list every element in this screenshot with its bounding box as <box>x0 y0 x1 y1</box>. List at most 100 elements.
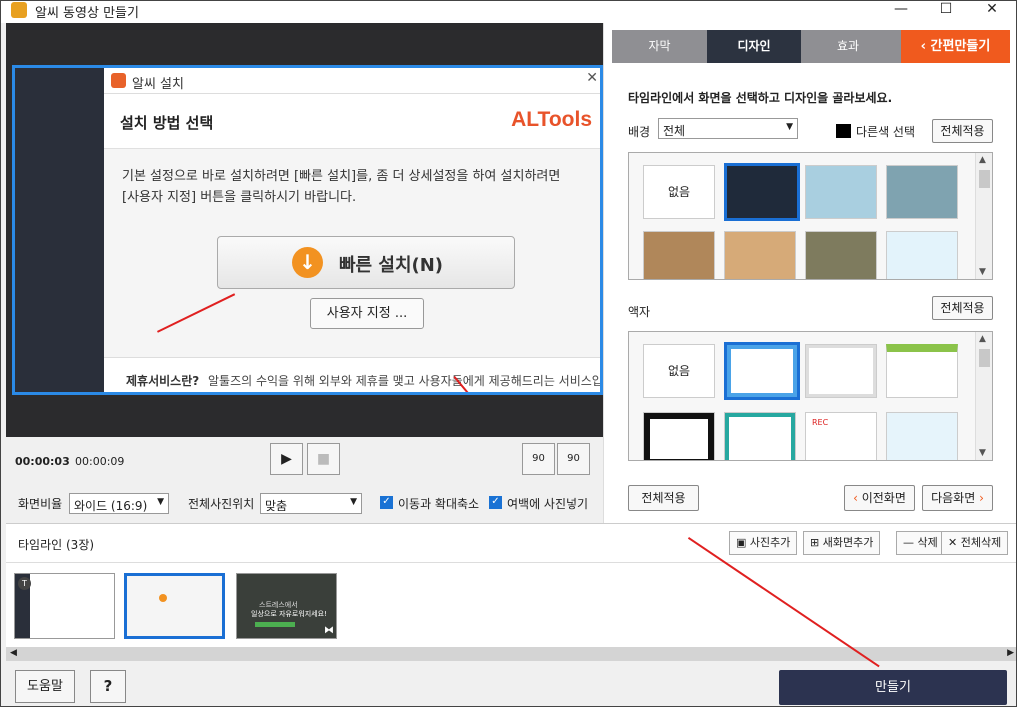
timeline-panel: 타임라인 (3장) ▣ 사진추가 ⊞ 새화면추가 — 삭제 ✕ 전체삭제 T 스… <box>6 523 1016 662</box>
frame-film[interactable] <box>643 412 715 460</box>
photo-position-select[interactable]: 맞춤 ▼ <box>260 493 362 514</box>
scroll-thumb[interactable] <box>979 170 990 188</box>
bg-olive[interactable] <box>805 231 877 279</box>
other-color-label[interactable]: 다른색 선택 <box>856 123 915 140</box>
stop-button[interactable]: ■ <box>307 443 340 475</box>
bg-apply-all-button[interactable]: 전체적용 <box>932 119 993 143</box>
bg-none-label: 없음 <box>667 185 691 199</box>
delete-all-button[interactable]: ✕ 전체삭제 <box>941 531 1009 555</box>
partner-service-link: 제휴서비스란? <box>126 374 200 388</box>
bg-light-blue[interactable] <box>805 165 877 219</box>
photo-position-label: 전체사진위치 <box>188 497 255 511</box>
play-button[interactable]: ▶ <box>270 443 303 475</box>
chevron-up-icon[interactable]: ▲ <box>979 155 986 165</box>
altools-logo: ALTools <box>511 108 592 131</box>
margin-checkbox[interactable]: ✓ <box>489 496 502 509</box>
frame-gallery-scrollbar[interactable]: ▲ ▼ <box>975 332 992 460</box>
tab-subtitle[interactable]: 자막 <box>612 30 707 63</box>
bg-gallery-scrollbar[interactable]: ▲ ▼ <box>975 153 992 279</box>
background-category-select[interactable]: 전체 ▼ <box>658 118 798 139</box>
design-instruction: 타임라인에서 화면을 선택하고 디자인을 골라보세요. <box>628 91 893 105</box>
preview-area: 알씨 설치 ✕ 설치 방법 선택 ALTools 기본 설정으로 바로 설치하려… <box>6 23 603 437</box>
timeline-title: 타임라인 (3장) <box>18 536 94 553</box>
make-button[interactable]: 만들기 <box>779 670 1007 705</box>
bg-parchment[interactable] <box>643 231 715 279</box>
apply-all-button[interactable]: 전체적용 <box>628 485 699 511</box>
fast-install-button: ↓ 빠른 설치(N) <box>217 236 515 289</box>
close-icon: ✕ <box>586 70 598 86</box>
timeline-count: (3장) <box>66 538 95 552</box>
bg-dark-pattern[interactable] <box>724 163 800 221</box>
timeline-clip-2[interactable] <box>124 573 225 639</box>
ratio-select[interactable]: 와이드 (16:9) ▼ <box>69 493 169 514</box>
margin-label: 여백에 사진넣기 <box>507 497 589 511</box>
chevron-left-icon: ‹ <box>920 39 931 54</box>
frame-none[interactable]: 없음 <box>643 344 715 398</box>
timeline-strip: T 스트레스에서 일상으로 자유로워지세요! ⧓ <box>6 562 1016 647</box>
chevron-right-icon[interactable]: ▶ <box>1007 648 1014 658</box>
clip-preview-icon <box>159 594 167 602</box>
rotate-left-button[interactable]: 90 <box>522 443 555 475</box>
chevron-down-icon[interactable]: ▼ <box>979 267 986 277</box>
chevron-down-icon[interactable]: ▼ <box>979 448 986 458</box>
tab-design[interactable]: 디자인 <box>707 30 801 63</box>
rotate-right-button[interactable]: 90 <box>557 443 590 475</box>
prev-screen-label: 이전화면 <box>861 491 906 505</box>
frame-teal[interactable] <box>724 412 796 460</box>
frame-blue[interactable] <box>724 342 800 400</box>
rotate-left-icon: 90 <box>532 453 545 464</box>
zoom-checkbox[interactable]: ✓ <box>380 496 393 509</box>
minus-icon: — <box>903 536 918 549</box>
chevron-right-icon: › <box>975 491 984 505</box>
photo-position-value: 맞춤 <box>265 499 288 513</box>
frame-rec[interactable]: REC <box>805 412 877 460</box>
app-icon <box>11 2 27 18</box>
help-button[interactable]: 도움말 <box>15 670 75 703</box>
chevron-left-icon[interactable]: ◀ <box>10 648 17 658</box>
timeline-clip-3[interactable]: 스트레스에서 일상으로 자유로워지세요! ⧓ <box>236 573 337 639</box>
add-photo-button[interactable]: ▣ 사진추가 <box>729 531 798 555</box>
ratio-value: 와이드 (16:9) <box>74 499 148 513</box>
add-screen-icon: ⊞ <box>810 536 823 549</box>
bg-sky[interactable] <box>886 231 958 279</box>
add-photo-icon: ▣ <box>736 536 750 549</box>
slide-preview[interactable]: 알씨 설치 ✕ 설치 방법 선택 ALTools 기본 설정으로 바로 설치하려… <box>12 65 603 395</box>
desc-line-1: 기본 설정으로 바로 설치하려면 [빠른 설치]를, 좀 더 상세설정을 하여 … <box>122 169 561 184</box>
color-swatch[interactable] <box>836 124 851 138</box>
bg-tan[interactable] <box>724 231 796 279</box>
installer-heading: 설치 방법 선택 <box>120 114 214 132</box>
chevron-up-icon[interactable]: ▲ <box>979 334 986 344</box>
frame-label: 액자 <box>628 305 651 319</box>
timeline-scrollbar[interactable]: ◀ ▶ <box>6 647 1016 662</box>
installer-titlebar: 알씨 설치 ✕ <box>104 68 600 94</box>
quick-make-button[interactable]: ‹ 간편만들기 <box>901 30 1010 63</box>
maximize-button[interactable]: ☐ <box>923 1 969 23</box>
installer-icon <box>111 73 126 88</box>
question-button[interactable]: ? <box>90 670 126 703</box>
prev-screen-button[interactable]: ‹ 이전화면 <box>844 485 915 511</box>
scroll-thumb[interactable] <box>979 349 990 367</box>
installer-title: 알씨 설치 <box>132 77 184 92</box>
frame-none-label: 없음 <box>667 364 691 378</box>
installer-header: 설치 방법 선택 ALTools <box>104 94 600 149</box>
close-button[interactable]: ✕ <box>969 1 1015 23</box>
fast-install-label: 빠른 설치(N) <box>339 255 444 276</box>
tab-effect[interactable]: 효과 <box>801 30 895 63</box>
bg-none[interactable]: 없음 <box>643 165 715 219</box>
add-new-screen-button[interactable]: ⊞ 새화면추가 <box>803 531 881 555</box>
minimize-button[interactable]: — <box>878 1 924 23</box>
bg-blue-texture[interactable] <box>886 165 958 219</box>
delete-button[interactable]: — 삭제 <box>896 531 945 555</box>
playback-controls: 00:00:03 00:00:09 ▶ ■ 90 90 <box>6 437 603 485</box>
transition-icon: ⧓ <box>324 625 334 636</box>
frame-rounded[interactable] <box>805 344 877 398</box>
quick-make-label: 간편만들기 <box>930 39 991 54</box>
next-screen-button[interactable]: 다음화면 › <box>922 485 993 511</box>
delete-all-label: 전체삭제 <box>960 536 1002 549</box>
frame-apply-all-button[interactable]: 전체적용 <box>932 296 993 320</box>
timeline-clip-1[interactable]: T <box>14 573 115 639</box>
frame-bunting[interactable] <box>886 344 958 398</box>
frame-wave[interactable] <box>886 412 958 460</box>
options-bar: 화면비율 와이드 (16:9) ▼ 전체사진위치 맞춤 ▼ ✓ 이동과 확대축소… <box>6 485 603 523</box>
ratio-label: 화면비율 <box>18 497 63 511</box>
